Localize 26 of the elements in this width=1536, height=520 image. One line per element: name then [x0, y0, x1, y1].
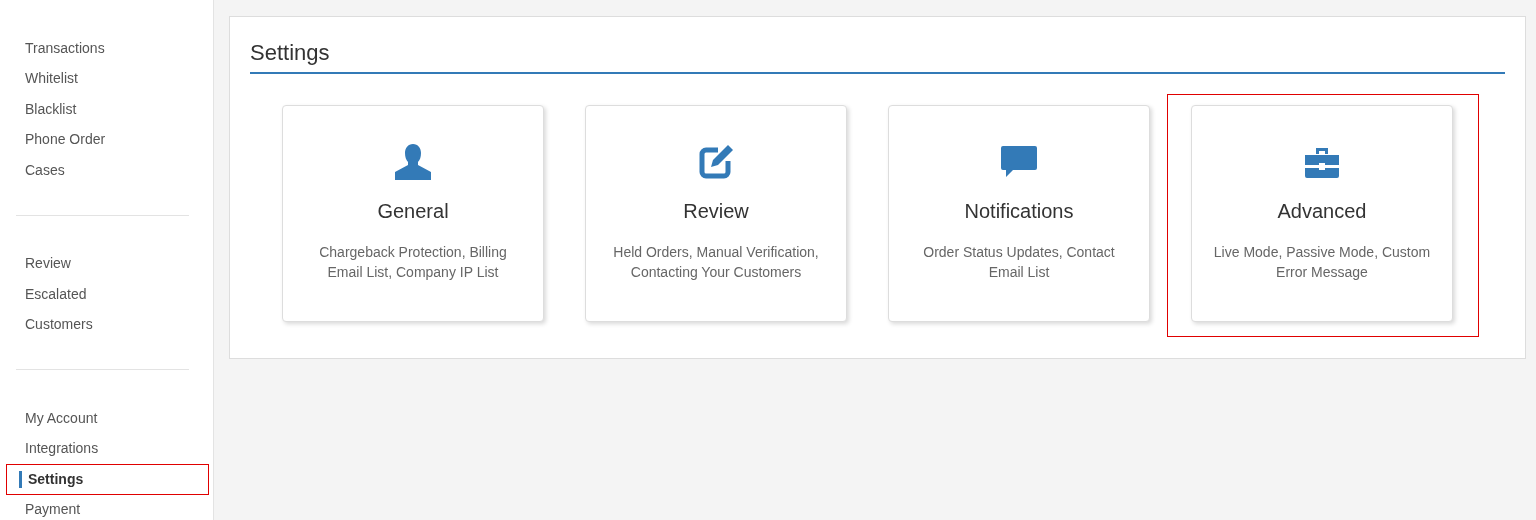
settings-card[interactable]: Notifications Order Status Updates, Contact Email List [888, 105, 1150, 322]
card-title: Notifications [964, 199, 1074, 223]
settings-card[interactable]: Review Held Orders, Manual Verification, Contacting Your Customers [585, 105, 847, 322]
card-title: General [377, 199, 449, 223]
sidebar-item[interactable]: Cases [6, 155, 209, 186]
sidebar-item[interactable]: Phone Order [6, 124, 209, 155]
panel-title: Settings [250, 39, 1505, 74]
sidebar-item[interactable]: Customers [6, 309, 209, 340]
person-icon [393, 142, 433, 182]
sidebar-item[interactable]: Whitelist [6, 63, 209, 94]
card-title: Advanced [1277, 199, 1367, 223]
sidebar-item[interactable]: Blacklist [6, 94, 209, 125]
sidebar-item[interactable]: Transactions [6, 33, 209, 64]
card-description: Live Mode, Passive Mode, Custom Error Message [1212, 243, 1432, 282]
sidebar-item[interactable]: Settings [6, 464, 209, 495]
card-description: Order Status Updates, Contact Email List [922, 243, 1116, 282]
settings-card[interactable]: Advanced Live Mode, Passive Mode, Custom Error Message [1191, 105, 1453, 322]
settings-card[interactable]: General Chargeback Protection, Billing Email List, Company IP List [282, 105, 544, 322]
sidebar-item[interactable]: Review [6, 248, 209, 279]
card-description: Held Orders, Manual Verification, Contacting Your Customers [612, 243, 820, 282]
sidebar-item[interactable]: Payment [6, 494, 209, 520]
sidebar-item[interactable]: My Account [6, 403, 209, 434]
card-description: Chargeback Protection, Billing Email List, Company IP List [318, 243, 508, 282]
card-title: Review [683, 199, 749, 223]
sidebar-item[interactable]: Integrations [6, 433, 209, 464]
sidebar-item[interactable]: Escalated [6, 279, 209, 310]
